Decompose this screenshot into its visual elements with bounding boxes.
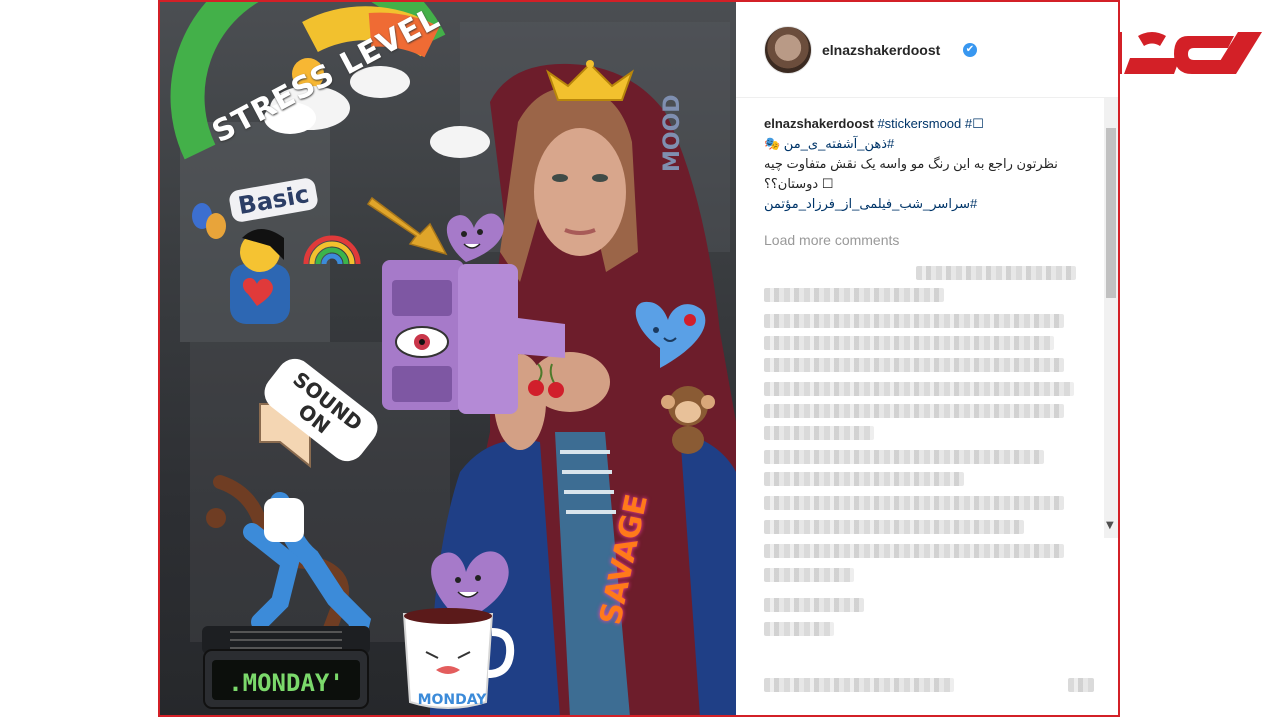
- blurred-comment: [764, 288, 944, 302]
- blurred-comment: [764, 450, 1044, 464]
- avatar[interactable]: [764, 26, 812, 74]
- caption-line-3: نظرتون راجع به این رنگ مو واسه یک نقش مت…: [764, 156, 1058, 171]
- blurred-comment: [764, 404, 1064, 418]
- caption-line-5[interactable]: #سراسر_شب_فیلمی_از_فرزاد_مؤتمن: [764, 194, 1100, 214]
- character-sticker: [230, 229, 361, 324]
- blurred-comment: [764, 382, 1074, 396]
- eye-icon: [395, 326, 449, 358]
- load-more-comments-link[interactable]: Load more comments: [764, 232, 899, 248]
- blurred-comment: [764, 496, 1064, 510]
- blurred-comment: [764, 568, 854, 582]
- monday-clock-label: .MONDAY': [228, 669, 344, 697]
- dancer-sticker: [206, 475, 372, 652]
- blurred-comment: [764, 314, 1064, 328]
- mood-label: MOOD: [660, 94, 685, 172]
- trumpet-icon: [366, 196, 448, 256]
- post-frame: STRESS LEVEL Basic SOUND ON MOOD SAVAGE …: [158, 0, 1120, 717]
- post-sidebar: elnazshakerdoost ✔ elnazshakerdoost #sti…: [736, 2, 1118, 715]
- blurred-comment: [764, 520, 1024, 534]
- blurred-comment: [764, 598, 864, 612]
- verified-icon: ✔: [963, 43, 977, 57]
- blurred-comment: [764, 622, 834, 636]
- blurred-comment: [764, 544, 1064, 558]
- post-caption: elnazshakerdoost #stickersmood #☐ #ذهن_آ…: [764, 114, 1100, 214]
- blurred-comment: [764, 336, 1054, 350]
- blurred-comment: [1068, 678, 1094, 692]
- blurred-comment: [764, 426, 874, 440]
- theater-masks-icon: [192, 203, 226, 239]
- username-link[interactable]: elnazshakerdoost: [822, 42, 940, 58]
- monday-mug-label: MONDAY: [417, 692, 487, 708]
- caption-username[interactable]: elnazshakerdoost: [764, 116, 874, 131]
- post-photo[interactable]: STRESS LEVEL Basic SOUND ON MOOD SAVAGE …: [160, 2, 736, 715]
- caption-line-4: ☐ دوستان؟؟: [764, 176, 834, 191]
- post-header: elnazshakerdoost ✔: [736, 2, 1118, 98]
- blurred-comment: [764, 472, 964, 486]
- scroll-down-arrow-icon[interactable]: ▼: [1106, 520, 1114, 531]
- heart-icon: [446, 213, 504, 262]
- scrollbar-thumb[interactable]: [1106, 128, 1116, 298]
- site-logo: [1112, 32, 1262, 74]
- blurred-comment: [764, 358, 1064, 372]
- caption-hashtags[interactable]: #stickersmood #☐: [877, 116, 983, 131]
- blurred-comment: [916, 266, 1076, 280]
- blurred-comment: [764, 678, 954, 692]
- caption-line-2[interactable]: #ذهن_آشفته_ی_من 🎭: [764, 134, 1100, 154]
